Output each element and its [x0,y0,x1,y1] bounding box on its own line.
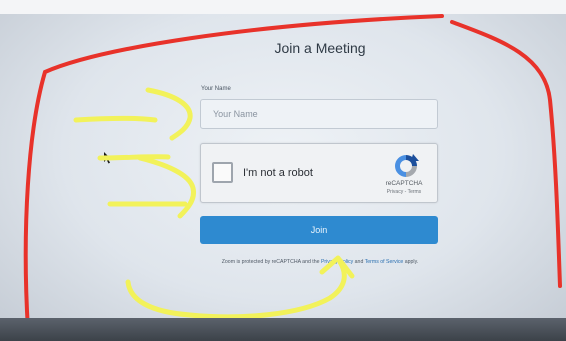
recaptcha-checkbox[interactable] [212,162,233,183]
screen-top-edge [0,0,566,14]
recaptcha-links: Privacy - Terms [373,189,435,195]
recaptcha-notice: Zoom is protected by reCAPTCHA and the P… [150,259,490,265]
recaptcha-terms-link[interactable]: Terms [408,189,422,195]
join-button[interactable]: Join [200,216,438,244]
notice-suffix: apply. [403,259,419,265]
name-field-label: Your Name [201,86,231,92]
privacy-policy-link[interactable]: Privacy Policy [321,259,353,265]
recaptcha-label: I'm not a robot [243,167,313,179]
monitor-bezel [0,318,566,341]
name-input[interactable] [200,99,438,129]
recaptcha-logo-icon [395,154,419,177]
mouse-cursor-icon [104,152,111,164]
notice-prefix: Zoom is protected by reCAPTCHA and the [221,259,321,265]
page-title: Join a Meeting [274,40,366,56]
terms-of-service-link[interactable]: Terms of Service [365,259,404,265]
recaptcha-widget: I'm not a robot reCAPTCHA Privacy - Term… [200,143,438,203]
notice-middle: and [353,259,365,265]
recaptcha-brand: reCAPTCHA [385,180,423,187]
recaptcha-privacy-link[interactable]: Privacy [387,189,403,195]
